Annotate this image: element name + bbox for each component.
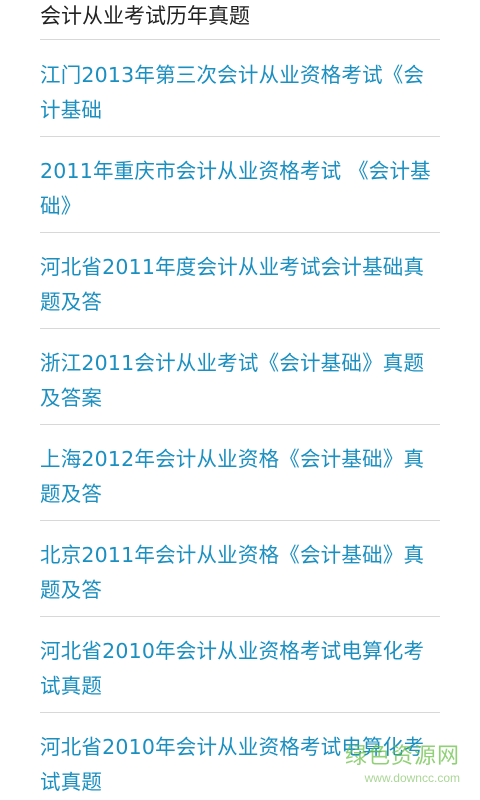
list-item[interactable]: 上海2012年会计从业资格《会计基础》真题及答 (40, 425, 440, 521)
screen: 会计从业考试历年真题 江门2013年第三次会计从业资格考试《会计基础 2011年… (0, 0, 480, 800)
list-item[interactable]: 河北省2011年度会计从业考试会计基础真题及答 (40, 233, 440, 329)
list-item[interactable]: 河北省2010年会计从业资格考试电算化考试真题 (40, 713, 440, 800)
list-item[interactable]: 浙江2011会计从业考试《会计基础》真题及答案 (40, 329, 440, 425)
list-item[interactable]: 河北省2010年会计从业资格考试电算化考试真题 (40, 617, 440, 713)
list-item[interactable]: 2011年重庆市会计从业资格考试 《会计基础》 (40, 137, 440, 233)
page-title: 会计从业考试历年真题 (40, 0, 440, 40)
exam-list: 江门2013年第三次会计从业资格考试《会计基础 2011年重庆市会计从业资格考试… (40, 41, 440, 800)
list-item[interactable]: 江门2013年第三次会计从业资格考试《会计基础 (40, 41, 440, 137)
list-item[interactable]: 北京2011年会计从业资格《会计基础》真题及答 (40, 521, 440, 617)
